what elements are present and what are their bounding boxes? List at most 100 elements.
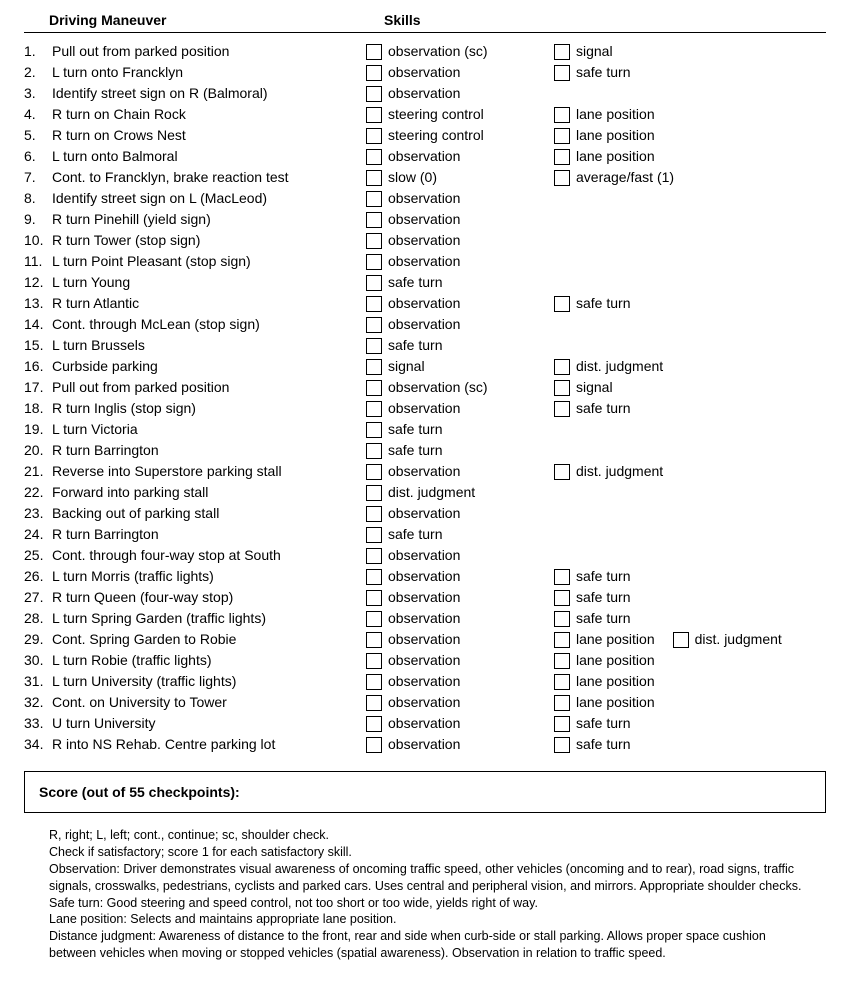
skill-label: observation	[388, 293, 460, 314]
skill-label: safe turn	[388, 440, 442, 461]
checkbox[interactable]	[366, 716, 382, 732]
checkbox[interactable]	[554, 695, 570, 711]
table-row: 15.L turn Brusselssafe turn	[24, 335, 826, 356]
checkbox[interactable]	[366, 653, 382, 669]
checkbox[interactable]	[366, 275, 382, 291]
skill-item: observation	[366, 209, 536, 230]
checkbox[interactable]	[366, 338, 382, 354]
row-number: 12.	[24, 272, 52, 293]
checkbox[interactable]	[366, 401, 382, 417]
checkbox[interactable]	[366, 359, 382, 375]
checkbox[interactable]	[366, 527, 382, 543]
checkbox[interactable]	[366, 233, 382, 249]
row-number: 20.	[24, 440, 52, 461]
skill-label: safe turn	[388, 272, 442, 293]
checkbox[interactable]	[366, 44, 382, 60]
row-number: 15.	[24, 335, 52, 356]
checkbox[interactable]	[366, 737, 382, 753]
checkbox[interactable]	[554, 590, 570, 606]
checkbox[interactable]	[366, 422, 382, 438]
checkbox[interactable]	[554, 569, 570, 585]
checkbox[interactable]	[366, 695, 382, 711]
checkbox[interactable]	[366, 170, 382, 186]
skill-item: lane position	[554, 692, 655, 713]
maneuver-text: R turn Pinehill (yield sign)	[52, 209, 366, 230]
skill-item: signal	[366, 356, 536, 377]
skill-label: average/fast (1)	[576, 167, 674, 188]
checkbox[interactable]	[366, 128, 382, 144]
skill-label: observation	[388, 251, 460, 272]
maneuver-text: Identify street sign on L (MacLeod)	[52, 188, 366, 209]
table-row: 11.L turn Point Pleasant (stop sign)obse…	[24, 251, 826, 272]
checkbox[interactable]	[366, 485, 382, 501]
table-row: 12.L turn Young safe turn	[24, 272, 826, 293]
row-number: 4.	[24, 104, 52, 125]
checkbox[interactable]	[554, 464, 570, 480]
checkbox[interactable]	[366, 254, 382, 270]
maneuver-text: Cont. Spring Garden to Robie	[52, 629, 366, 650]
table-row: 8.Identify street sign on L (MacLeod)obs…	[24, 188, 826, 209]
skill-item: slow (0)	[366, 167, 536, 188]
checkbox[interactable]	[366, 506, 382, 522]
maneuver-text: L turn Young	[52, 272, 366, 293]
checkbox[interactable]	[366, 569, 382, 585]
table-row: 21.Reverse into Superstore parking stall…	[24, 461, 826, 482]
checkbox[interactable]	[366, 107, 382, 123]
skill-item: observation	[366, 251, 536, 272]
skill-label: lane position	[576, 671, 655, 692]
maneuver-text: Pull out from parked position	[52, 377, 366, 398]
skill-label: lane position	[576, 692, 655, 713]
skill-item: observation	[366, 461, 536, 482]
skill-item: observation	[366, 398, 536, 419]
checkbox[interactable]	[554, 149, 570, 165]
checkbox[interactable]	[366, 443, 382, 459]
checkbox[interactable]	[366, 212, 382, 228]
checkbox[interactable]	[366, 590, 382, 606]
checkbox[interactable]	[554, 401, 570, 417]
checkbox[interactable]	[366, 674, 382, 690]
checkbox[interactable]	[554, 170, 570, 186]
row-number: 27.	[24, 587, 52, 608]
row-number: 10.	[24, 230, 52, 251]
checkbox[interactable]	[554, 296, 570, 312]
checkbox[interactable]	[554, 611, 570, 627]
checkbox[interactable]	[554, 107, 570, 123]
checkbox[interactable]	[366, 548, 382, 564]
row-number: 32.	[24, 692, 52, 713]
checkbox[interactable]	[366, 611, 382, 627]
checkbox[interactable]	[366, 632, 382, 648]
checkbox[interactable]	[366, 149, 382, 165]
maneuver-text: Cont. on University to Tower	[52, 692, 366, 713]
row-number: 21.	[24, 461, 52, 482]
maneuver-text: L turn Point Pleasant (stop sign)	[52, 251, 366, 272]
checkbox[interactable]	[366, 380, 382, 396]
skill-label: lane position	[576, 104, 655, 125]
checkbox[interactable]	[554, 380, 570, 396]
skill-label: observation	[388, 692, 460, 713]
checkbox[interactable]	[554, 653, 570, 669]
row-number: 1.	[24, 41, 52, 62]
checkbox[interactable]	[366, 86, 382, 102]
header-maneuver: Driving Maneuver	[24, 12, 384, 28]
row-number: 31.	[24, 671, 52, 692]
checkbox[interactable]	[366, 65, 382, 81]
checkbox[interactable]	[366, 464, 382, 480]
checkbox[interactable]	[554, 65, 570, 81]
skill-label: signal	[388, 356, 425, 377]
checkbox[interactable]	[554, 716, 570, 732]
skill-label: safe turn	[388, 524, 442, 545]
skill-item: lane position	[554, 650, 655, 671]
table-row: 30.L turn Robie (traffic lights)observat…	[24, 650, 826, 671]
skill-label: observation	[388, 146, 460, 167]
table-row: 9.R turn Pinehill (yield sign)observatio…	[24, 209, 826, 230]
checkbox[interactable]	[366, 296, 382, 312]
checkbox[interactable]	[366, 191, 382, 207]
checkbox[interactable]	[366, 317, 382, 333]
checkbox[interactable]	[554, 44, 570, 60]
checkbox[interactable]	[554, 632, 570, 648]
checkbox[interactable]	[554, 128, 570, 144]
checkbox[interactable]	[554, 674, 570, 690]
checkbox[interactable]	[673, 632, 689, 648]
checkbox[interactable]	[554, 737, 570, 753]
checkbox[interactable]	[554, 359, 570, 375]
